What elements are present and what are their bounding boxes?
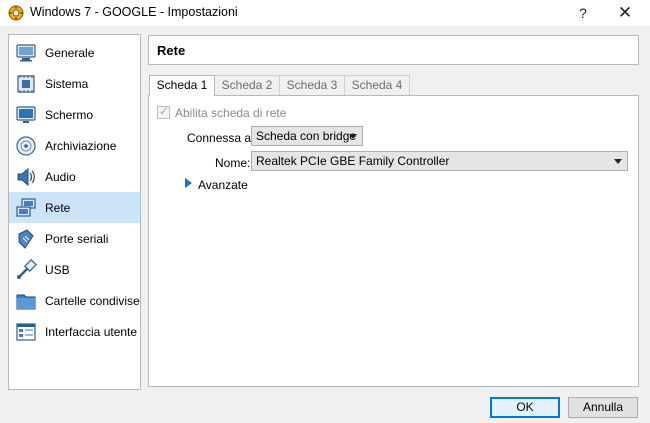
sidebar-item-label: Interfaccia utente (45, 325, 138, 339)
network-icon (16, 198, 36, 217)
folder-icon (16, 294, 36, 310)
title-bar: Windows 7 - GOOGLE - Impostazioni ? ✕ (0, 0, 650, 26)
sidebar-item-label: Porte seriali (45, 232, 109, 246)
chip-icon (17, 75, 35, 93)
sidebar-item-label: Archiviazione (45, 139, 117, 153)
sidebar-item-schermo[interactable]: Schermo (9, 99, 140, 130)
sidebar-item-porte-seriali[interactable]: Porte seriali (9, 223, 140, 254)
sidebar-item-label: Sistema (45, 77, 89, 91)
virtualbox-app-icon (8, 5, 24, 21)
sidebar-item-label: Cartelle condivise (45, 294, 140, 308)
enable-adapter-checkbox[interactable]: ✓ (157, 104, 170, 119)
settings-sidebar: Generale Sistema Schermo Archiviazione A… (8, 34, 141, 390)
tab-scheda-3[interactable]: Scheda 3 (279, 75, 345, 95)
sidebar-item-interfaccia-utente[interactable]: Interfaccia utente (9, 316, 140, 347)
sidebar-item-audio[interactable]: Audio (9, 161, 140, 192)
display-icon (16, 106, 36, 123)
ui-window-icon (16, 323, 36, 341)
check-icon: ✓ (159, 104, 170, 118)
tab-scheda-1[interactable]: Scheda 1 (149, 75, 215, 96)
page-header: Rete (148, 35, 639, 65)
help-button[interactable]: ? (572, 2, 594, 24)
expand-arrow-icon[interactable] (185, 178, 192, 188)
sidebar-item-label: Audio (45, 170, 76, 184)
adapter-name-value: Realtek PCIe GBE Family Controller (256, 154, 450, 168)
monitor-icon (16, 44, 36, 62)
serial-port-icon (18, 229, 34, 249)
adapter-name-select[interactable]: Realtek PCIe GBE Family Controller (251, 151, 628, 171)
speaker-icon (17, 167, 35, 187)
enable-adapter-label: Abilita scheda di rete (175, 106, 287, 120)
ok-button[interactable]: OK (490, 397, 560, 418)
chevron-down-icon (349, 134, 357, 139)
sidebar-item-label: Schermo (45, 108, 94, 122)
attached-to-select[interactable]: Scheda con bridge (251, 126, 363, 146)
sidebar-item-cartelle-condivise[interactable]: Cartelle condivise (9, 285, 140, 316)
tab-scheda-2[interactable]: Scheda 2 (214, 75, 280, 95)
cancel-button[interactable]: Annulla (568, 397, 638, 418)
usb-icon (17, 259, 37, 279)
attached-to-label: Connessa a: (187, 131, 255, 145)
sidebar-item-rete[interactable]: Rete (9, 192, 140, 223)
tab-scheda-4[interactable]: Scheda 4 (344, 75, 410, 95)
window-title: Windows 7 - GOOGLE - Impostazioni (30, 5, 238, 19)
sidebar-item-generale[interactable]: Generale (9, 37, 140, 68)
name-label: Nome: (215, 156, 251, 170)
page-title: Rete (157, 43, 186, 58)
sidebar-item-usb[interactable]: USB (9, 254, 140, 285)
sidebar-item-label: Generale (45, 46, 95, 60)
disk-icon (16, 136, 36, 156)
sidebar-item-label: Rete (45, 201, 71, 215)
sidebar-item-archiviazione[interactable]: Archiviazione (9, 130, 140, 161)
close-button[interactable]: ✕ (614, 2, 636, 24)
chevron-down-icon (614, 159, 622, 164)
sidebar-item-sistema[interactable]: Sistema (9, 68, 140, 99)
sidebar-item-label: USB (45, 263, 70, 277)
advanced-expander[interactable]: Avanzate (198, 178, 248, 192)
attached-to-value: Scheda con bridge (256, 129, 357, 143)
